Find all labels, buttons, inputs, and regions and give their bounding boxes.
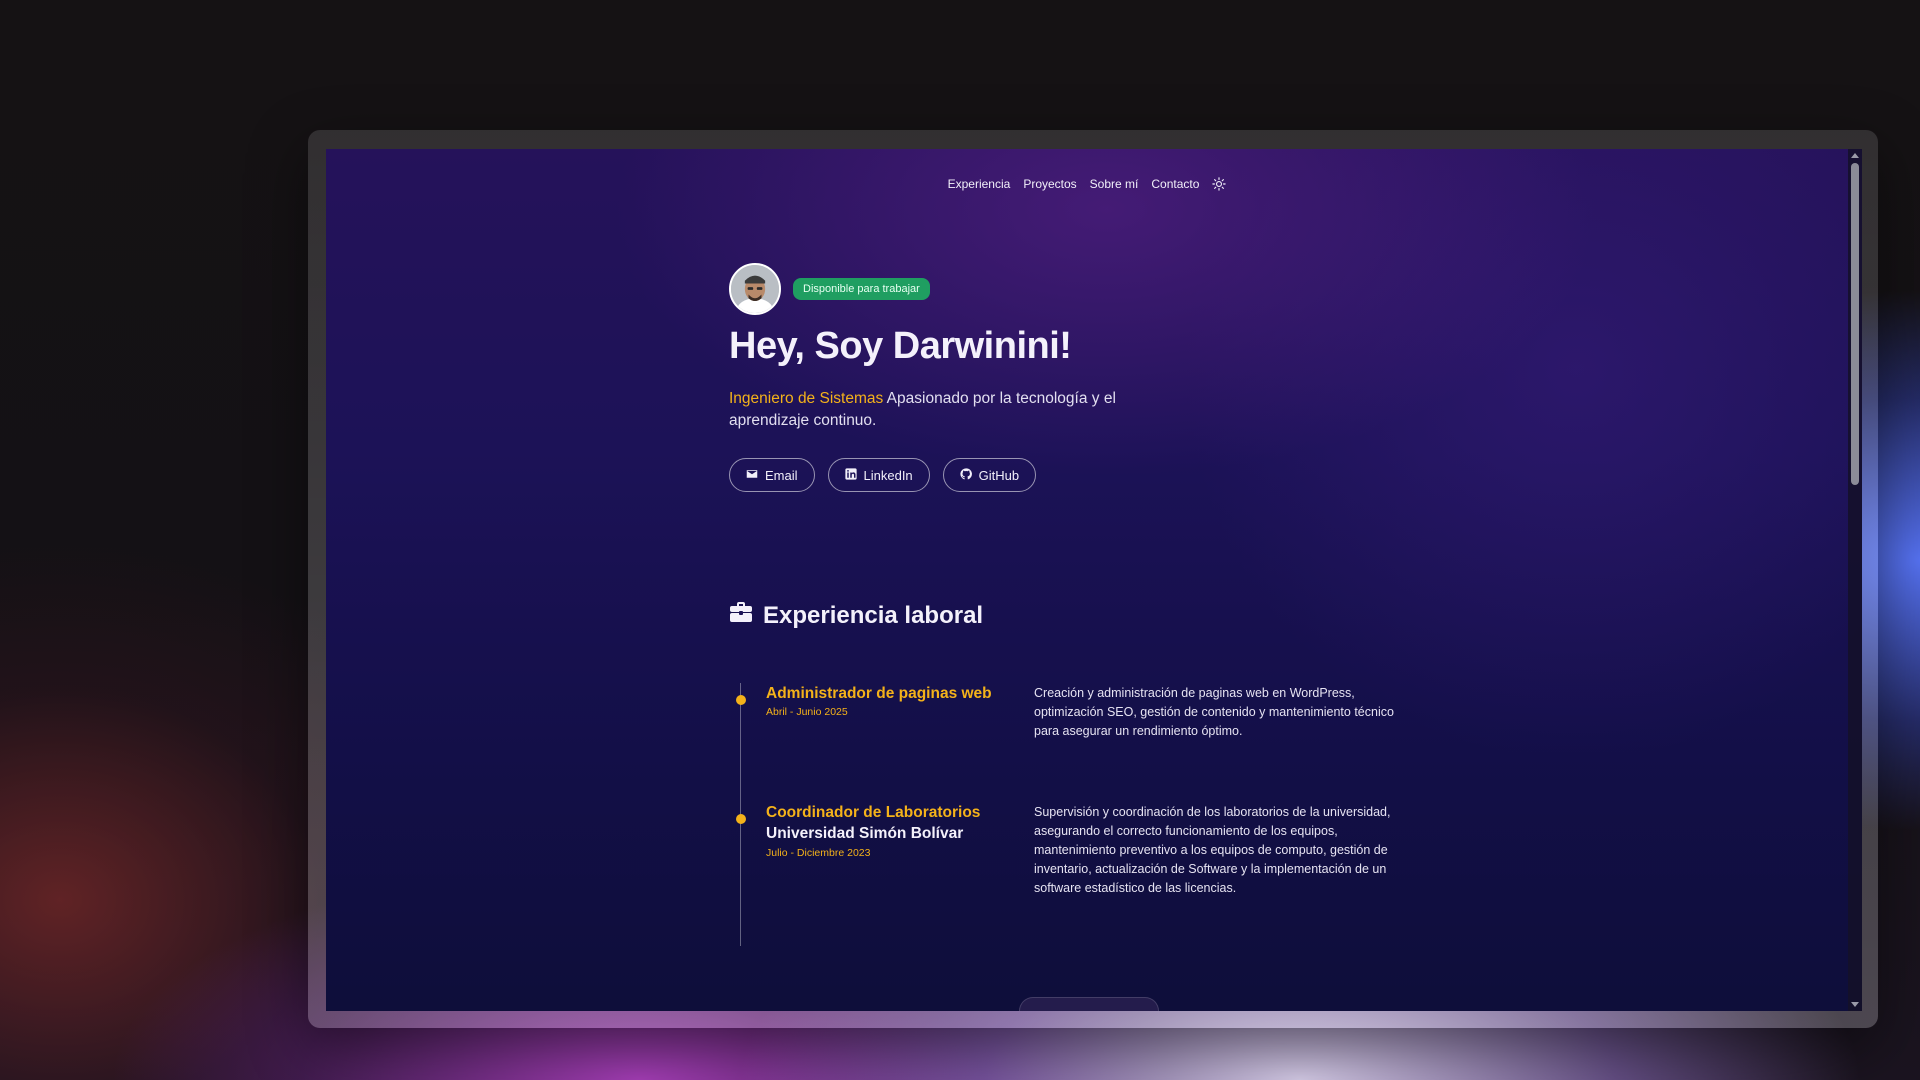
email-button-label: Email [765,467,798,483]
experience-description: Creación y administración de paginas web… [1034,686,1394,738]
linkedin-button-label: LinkedIn [863,467,913,483]
linkedin-button[interactable]: LinkedIn [827,458,930,492]
experience-dates: Julio - Diciembre 2023 [766,847,871,859]
social-links: Email LinkedIn GitHub [729,458,1329,492]
experience-role: Administrador de paginas web [766,685,992,702]
experience-role: Coordinador de Laboratorios [766,804,981,821]
nav-sobre-mi[interactable]: Sobre mí [1090,177,1139,191]
hero-subtitle-accent: Ingeniero de Sistemas [729,390,884,407]
scroll-down-arrow-icon[interactable] [1851,1002,1859,1007]
nav-experiencia[interactable]: Experiencia [948,177,1011,191]
nav-contacto[interactable]: Contacto [1151,177,1199,191]
sun-icon[interactable] [1212,177,1227,191]
experience-dates: Abril - Junio 2025 [766,706,848,718]
vertical-scrollbar[interactable] [1848,149,1862,1011]
github-button[interactable]: GitHub [942,458,1037,492]
mail-icon [746,468,758,483]
scroll-thumb[interactable] [1851,163,1859,485]
experience-description: Supervisión y coordinación de los labora… [1034,805,1391,895]
hero-top-row: Disponible para trabajar [729,263,1329,315]
hero-title: Hey, Soy Darwinini! [729,325,1072,367]
experience-item-header: Administrador de paginas web Abril - Jun… [766,684,1006,718]
floating-dock[interactable] [1019,997,1159,1011]
timeline-dot [736,814,746,824]
hero-section: Disponible para trabajar Hey, Soy Darwin… [729,263,1329,492]
experience-heading: Experiencia laboral [729,601,983,630]
hero-subtitle: Ingeniero de Sistemas Apasionado por la … [729,388,1169,432]
top-nav: Experiencia Proyectos Sobre mí Contacto [326,177,1848,191]
briefcase-icon [729,601,753,630]
page-viewport: Experiencia Proyectos Sobre mí Contacto [326,149,1862,1011]
nav-proyectos[interactable]: Proyectos [1023,177,1076,191]
avatar [729,263,781,315]
github-icon [960,467,972,483]
github-button-label: GitHub [978,467,1020,483]
linkedin-icon [844,467,857,483]
experience-item-header: Coordinador de Laboratorios Universidad … [766,803,1006,859]
experience-company: Universidad Simón Bolívar [766,825,964,842]
email-button[interactable]: Email [729,458,815,492]
scroll-up-arrow-icon[interactable] [1851,153,1859,158]
experience-heading-label: Experiencia laboral [763,601,984,629]
availability-badge: Disponible para trabajar [793,278,930,300]
timeline-dot [736,695,746,705]
